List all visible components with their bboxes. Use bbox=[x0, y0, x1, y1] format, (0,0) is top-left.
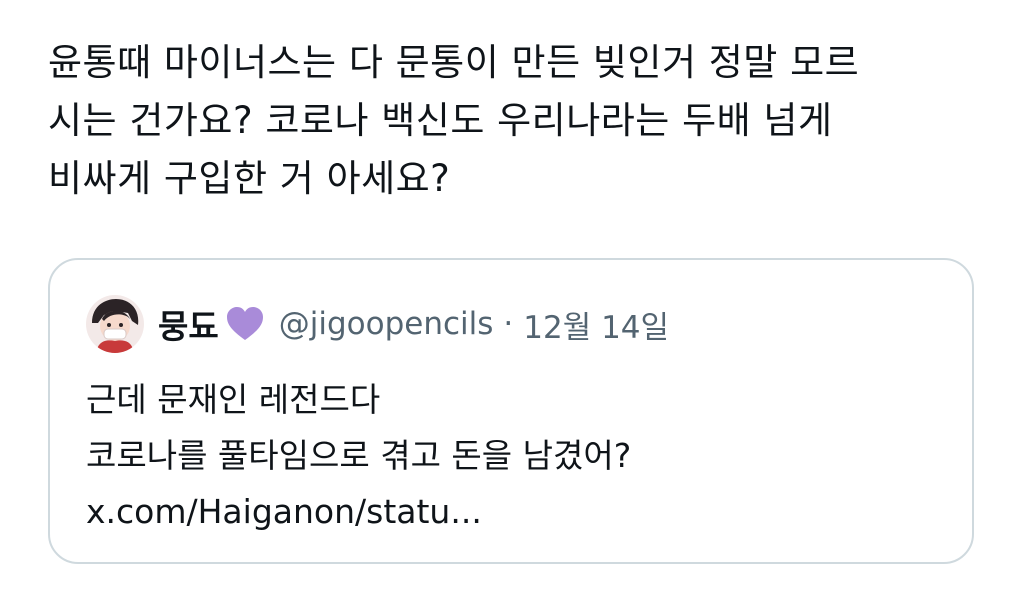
display-name[interactable]: 뭉됴 bbox=[158, 300, 219, 348]
avatar[interactable] bbox=[86, 295, 144, 353]
quoted-link[interactable]: x.com/Haiganon/statu... bbox=[86, 484, 631, 540]
quoted-tweet-card[interactable]: 뭉됴 @jigoopencils · 12월 14일 근데 문재인 레전드다 코… bbox=[48, 258, 974, 564]
avatar-image-icon bbox=[86, 295, 144, 353]
handle[interactable]: @jigoopencils bbox=[279, 306, 494, 342]
quoted-tweet-text: 근데 문재인 레전드다 코로나를 풀타임으로 겪고 돈을 남겼어? x.com/… bbox=[86, 372, 631, 540]
tweet-text: 윤통때 마이너스는 다 문통이 만든 빚인거 정말 모르 시는 건가요? 코로나… bbox=[48, 34, 988, 208]
tweet-text-line: 비싸게 구입한 거 아세요? bbox=[48, 157, 451, 200]
quoted-text-line: 코로나를 풀타임으로 겪고 돈을 남겼어? bbox=[86, 436, 632, 475]
quoted-tweet-header: 뭉됴 @jigoopencils · 12월 14일 bbox=[86, 294, 669, 354]
purple-heart-icon bbox=[226, 307, 263, 340]
timestamp[interactable]: 12월 14일 bbox=[523, 302, 669, 347]
tweet-text-line: 윤통때 마이너스는 다 문통이 만든 빚인거 정말 모르 bbox=[48, 41, 860, 84]
tweet-text-line: 시는 건가요? 코로나 백신도 우리나라는 두배 넘게 bbox=[48, 99, 833, 142]
quoted-text-line: 근데 문재인 레전드다 bbox=[86, 380, 381, 419]
separator-dot: · bbox=[503, 306, 514, 342]
